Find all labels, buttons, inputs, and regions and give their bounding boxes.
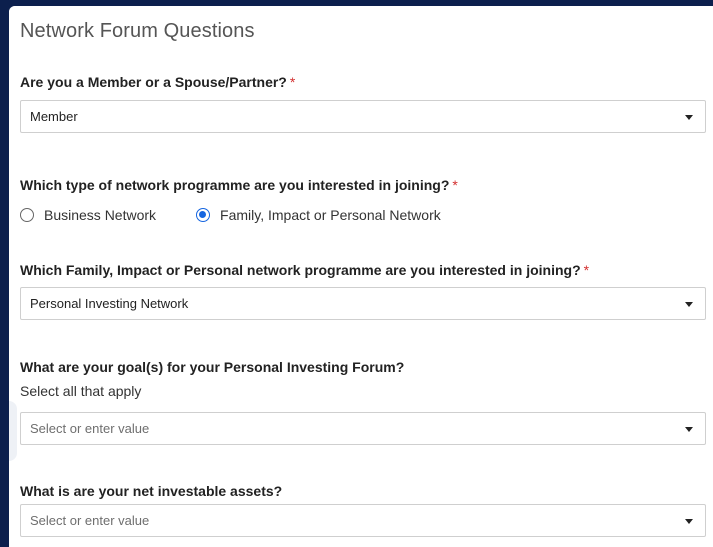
- caret-down-icon: [685, 519, 693, 524]
- page-title: Network Forum Questions: [20, 20, 255, 42]
- network-type-radio-group: Business Network Family, Impact or Perso…: [20, 205, 441, 225]
- net-assets-select-placeholder: Select or enter value: [30, 513, 150, 528]
- required-marker: *: [452, 177, 458, 193]
- form-panel: Network Forum Questions Are you a Member…: [9, 6, 713, 547]
- question-text: What is are your net investable assets?: [20, 483, 283, 499]
- question-text: Are you a Member or a Spouse/Partner?: [20, 74, 287, 90]
- caret-down-icon: [685, 302, 693, 307]
- decorative-corner: [9, 6, 15, 14]
- caret-down-icon: [685, 427, 693, 432]
- question-text: What are your goal(s) for your Personal …: [20, 359, 405, 375]
- required-marker: *: [583, 262, 590, 278]
- question-text: Which Family, Impact or Personal network…: [20, 262, 581, 278]
- programme-select-value: Personal Investing Network: [30, 296, 189, 311]
- caret-down-icon: [685, 115, 693, 120]
- radio-unchecked-icon[interactable]: [20, 208, 34, 222]
- question-member-or-spouse-label: Are you a Member or a Spouse/Partner? *: [20, 74, 295, 90]
- question-net-assets-label: What is are your net investable assets?: [20, 483, 282, 499]
- goals-hint: Select all that apply: [20, 383, 142, 399]
- decorative-shade: [9, 401, 17, 461]
- member-type-select[interactable]: Member: [20, 100, 706, 133]
- goals-select[interactable]: Select or enter value: [20, 412, 706, 445]
- radio-checked-icon[interactable]: [196, 208, 211, 222]
- required-marker: *: [289, 74, 296, 90]
- radio-label: Family, Impact or Personal Network: [220, 207, 441, 223]
- question-network-type-label: Which type of network programme are you …: [20, 177, 458, 193]
- radio-label: Business Network: [44, 207, 157, 223]
- question-programme-label: Which Family, Impact or Personal network…: [20, 262, 589, 278]
- radio-business-network[interactable]: Business Network: [20, 207, 156, 223]
- member-type-select-value: Member: [30, 109, 78, 124]
- programme-select[interactable]: Personal Investing Network: [20, 287, 706, 320]
- goals-select-placeholder: Select or enter value: [30, 421, 150, 436]
- net-assets-select[interactable]: Select or enter value: [20, 504, 706, 537]
- question-goals-label: What are your goal(s) for your Personal …: [20, 359, 404, 375]
- question-text: Which type of network programme are you …: [20, 177, 450, 193]
- radio-family-impact-personal-network[interactable]: Family, Impact or Personal Network: [196, 207, 441, 223]
